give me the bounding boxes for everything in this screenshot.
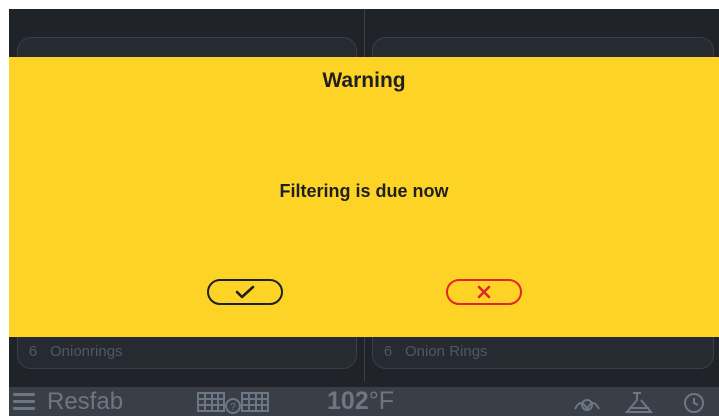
temperature-unit: °F [368,387,394,415]
x-icon [477,285,491,299]
flask-icon[interactable] [621,390,657,416]
oil-icon[interactable] [571,391,603,415]
temperature-value: 102 [327,387,369,415]
temperature-readout: 102°F [327,387,394,416]
svg-text:?: ? [230,402,236,413]
brand-name: Resfab [47,388,124,415]
left-item-label: Onionrings [50,342,123,360]
right-product-item: 6 Onion Rings [381,336,705,366]
confirm-button[interactable] [207,279,283,305]
dialog-title: Warning [322,69,406,92]
left-product-item: 6 Onionrings [26,336,348,366]
cancel-button[interactable] [446,279,522,305]
dialog-message: Filtering is due now [279,181,449,201]
right-item-index: 6 [383,342,393,360]
basket-icon[interactable]: ? [196,389,274,415]
clock-icon[interactable] [679,391,709,415]
checkmark-icon [235,285,255,299]
status-bar: Resfab ? 102°F [9,387,719,416]
warning-dialog: Warning Filtering is due now [9,57,719,337]
left-item-index: 6 [28,342,38,360]
right-item-label: Onion Rings [405,342,488,360]
menu-icon[interactable] [13,389,35,411]
